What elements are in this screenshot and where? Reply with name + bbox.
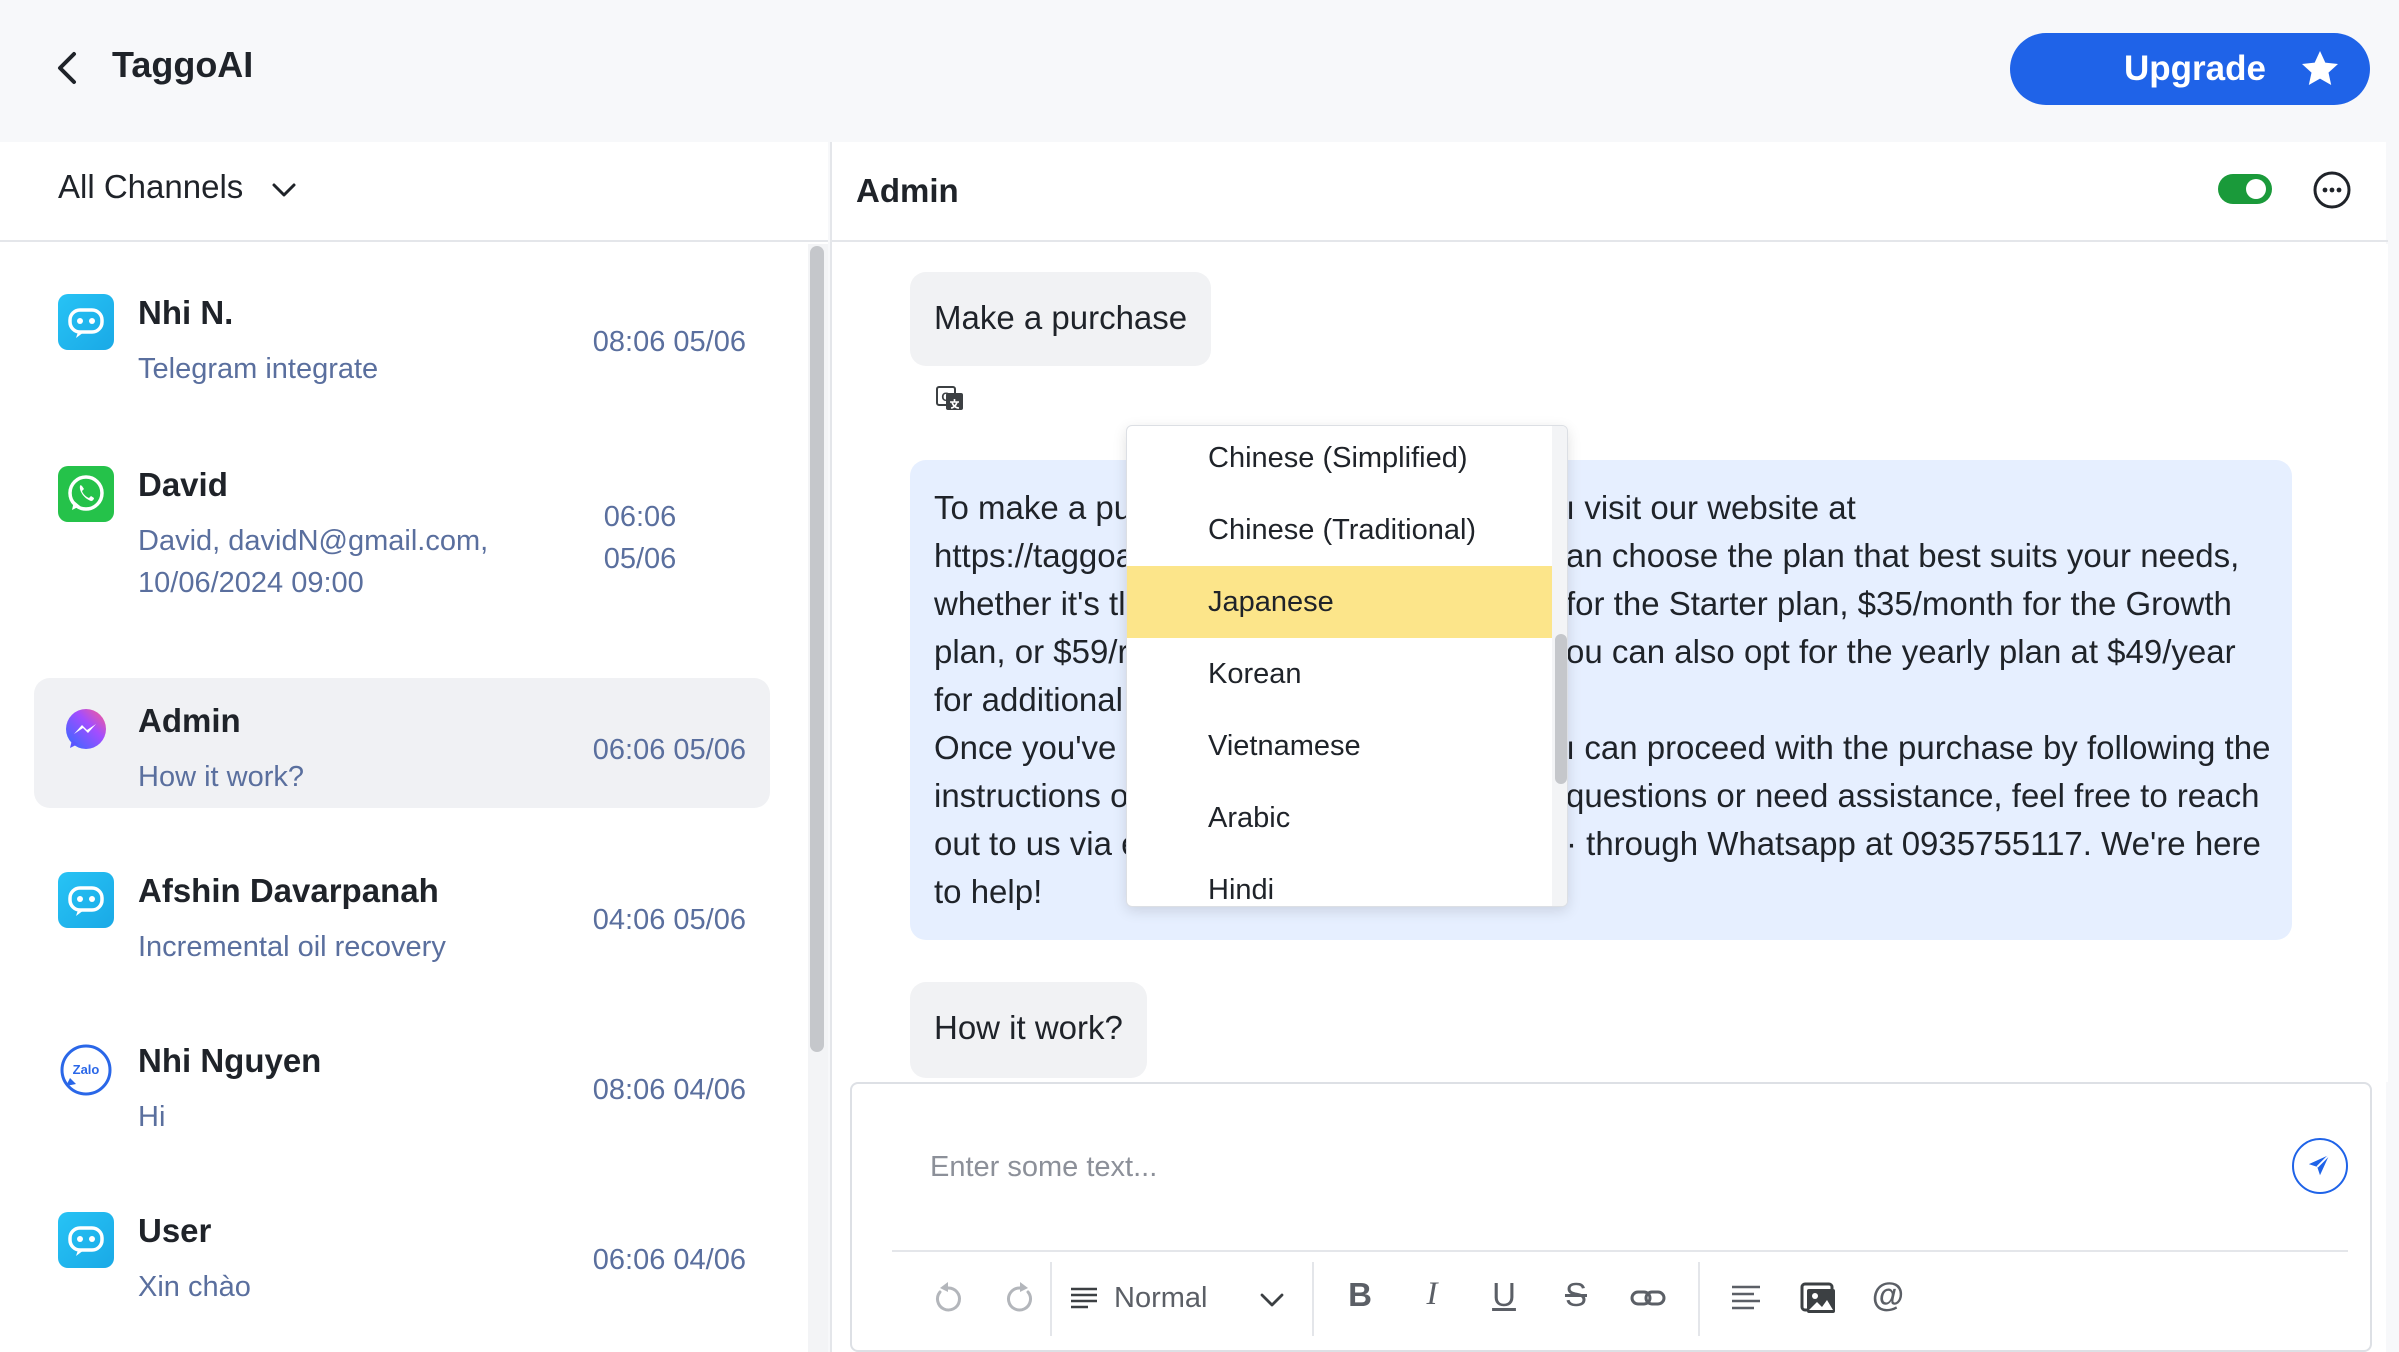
conversation-time: 06:06 05/06: [592, 734, 746, 766]
toolbar-divider: [1312, 1262, 1314, 1336]
bot-message-right: ı visit our website at an choose the pla…: [1566, 489, 2271, 862]
chatbot-icon: [58, 294, 114, 350]
redo-icon[interactable]: [1000, 1278, 1040, 1318]
conversation-item[interactable]: Zalo Nhi Nguyen Hi 08:06 04/06: [34, 1018, 770, 1148]
language-option[interactable]: Korean: [1127, 638, 1552, 710]
messenger-icon: [66, 709, 106, 749]
language-option[interactable]: Chinese (Simplified): [1127, 426, 1552, 494]
conversation-preview: Xin chào: [138, 1271, 251, 1303]
conversation-time: 06:06 04/06: [592, 1244, 746, 1276]
underline-button[interactable]: U: [1484, 1276, 1524, 1314]
language-option-selected[interactable]: Japanese: [1127, 566, 1552, 638]
link-icon[interactable]: [1628, 1278, 1668, 1318]
conversation-item[interactable]: User Xin chào 06:06 04/06: [34, 1188, 770, 1318]
send-icon[interactable]: [2292, 1138, 2348, 1194]
strikethrough-button[interactable]: S: [1556, 1276, 1596, 1314]
paragraph-icon: [1071, 1287, 1097, 1309]
conversation-preview: David, davidN@gmail.com, 10/06/2024 09:0…: [138, 525, 489, 599]
translate-icon[interactable]: G: [934, 382, 966, 414]
chatbot-icon: [58, 872, 114, 928]
text-format-select[interactable]: Normal: [1062, 1272, 1292, 1324]
mention-button[interactable]: @: [1868, 1276, 1908, 1314]
language-option[interactable]: Chinese (Traditional): [1127, 494, 1552, 566]
undo-icon[interactable]: [928, 1278, 968, 1318]
app-title: TaggoAI: [112, 44, 254, 85]
image-icon[interactable]: [1798, 1278, 1838, 1318]
conversation-item[interactable]: Afshin Davarpanah Incremental oil recove…: [34, 848, 770, 978]
text-format-label: Normal: [1114, 1282, 1208, 1314]
conversation-sidebar: All Channels Nhi N. Telegram integrate 0…: [0, 142, 828, 1352]
conversation-name: Nhi N.: [138, 294, 234, 331]
conversation-name: David: [138, 466, 228, 503]
chat-title: Admin: [856, 172, 959, 209]
zalo-badge: Zalo: [73, 1062, 100, 1077]
channel-filter[interactable]: All Channels: [0, 142, 828, 242]
message-list: Make a purchase G To make a pu https://t…: [832, 244, 2388, 1082]
conversation-preview: How it work?: [138, 761, 304, 793]
star-icon: [2302, 51, 2338, 85]
bold-button[interactable]: B: [1340, 1276, 1380, 1314]
language-option[interactable]: Arabic: [1127, 782, 1552, 854]
message-bubble-bot: To make a pu https://taggoa whether it's…: [910, 460, 2292, 940]
top-bar: TaggoAI Upgrade: [0, 0, 2399, 142]
language-scrollbar-thumb[interactable]: [1555, 634, 1567, 784]
whatsapp-icon: [58, 466, 114, 522]
channel-filter-label: All Channels: [58, 168, 244, 205]
conversation-name: Afshin Davarpanah: [138, 872, 439, 909]
bot-toggle[interactable]: [2218, 174, 2272, 204]
svg-text:G: G: [941, 390, 950, 404]
conversation-time: 08:06 05/06: [592, 326, 746, 358]
conversation-item[interactable]: David David, davidN@gmail.com, 10/06/202…: [34, 442, 770, 602]
language-option[interactable]: Hindi: [1127, 854, 1552, 906]
conversation-item[interactable]: Nhi N. Telegram integrate 08:06 05/06: [34, 270, 770, 400]
conversation-name: User: [138, 1212, 212, 1249]
sidebar-scrollbar-thumb[interactable]: [810, 246, 824, 1052]
conversation-preview: Hi: [138, 1101, 166, 1133]
chevron-down-icon: [272, 183, 296, 197]
conversation-item-active[interactable]: Admin How it work? 06:06 05/06: [34, 678, 770, 808]
upgrade-button[interactable]: Upgrade: [2010, 33, 2370, 105]
bot-message-left: To make a pu https://taggoa whether it's…: [934, 489, 1143, 910]
language-option[interactable]: Vietnamese: [1127, 710, 1552, 782]
conversation-name: Admin: [138, 702, 241, 739]
message-bubble-user: Make a purchase: [910, 272, 1212, 366]
conversation-time: 04:06 05/06: [592, 904, 746, 936]
composer-toolbar: Normal B I U S @: [892, 1250, 2348, 1346]
conversation-time: 06:06 05/06: [603, 501, 677, 575]
zalo-icon: Zalo: [58, 1042, 114, 1098]
back-button[interactable]: [48, 46, 88, 90]
chevron-down-icon: [1260, 1293, 1284, 1307]
chatbot-icon: [58, 1212, 114, 1268]
conversation-time: 08:06 04/06: [592, 1074, 746, 1106]
chevron-left-icon: [58, 52, 76, 84]
italic-button[interactable]: I: [1412, 1276, 1452, 1313]
language-dropdown: Chinese (Simplified) Chinese (Traditiona…: [1126, 425, 1568, 907]
message-bubble-user: How it work?: [910, 982, 1147, 1078]
conversation-name: Nhi Nguyen: [138, 1042, 322, 1079]
chat-header: Admin: [832, 142, 2388, 242]
toggle-knob: [2246, 179, 2266, 199]
toolbar-divider: [1050, 1262, 1052, 1336]
chat-panel: Admin Make a purchase G To make a pu htt…: [830, 142, 2388, 1352]
message-composer: Normal B I U S: [850, 1082, 2372, 1352]
message-input[interactable]: [930, 1112, 2210, 1222]
toolbar-divider: [1698, 1262, 1700, 1336]
more-options-icon[interactable]: [2312, 170, 2352, 210]
conversation-preview: Incremental oil recovery: [138, 931, 446, 963]
upgrade-label: Upgrade: [2124, 49, 2266, 88]
align-left-icon[interactable]: [1726, 1278, 1766, 1318]
conversation-preview: Telegram integrate: [138, 353, 379, 385]
